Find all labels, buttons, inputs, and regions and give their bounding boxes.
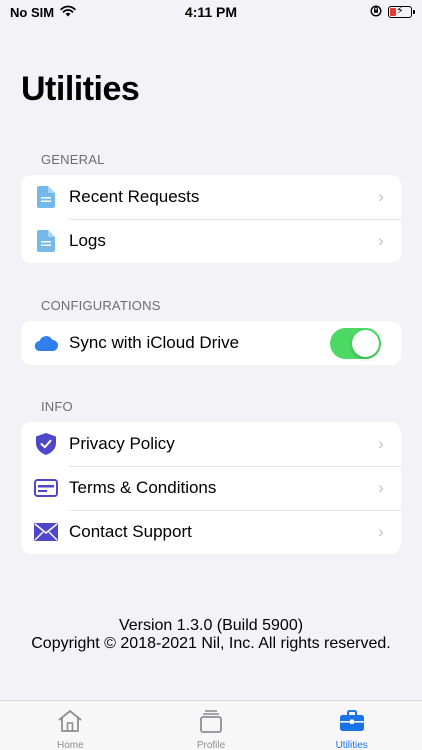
chevron-right-icon: › bbox=[378, 187, 384, 206]
row-label: Logs bbox=[69, 231, 106, 250]
row-contact-support[interactable]: Contact Support › bbox=[21, 510, 401, 554]
shield-check-icon bbox=[21, 433, 69, 455]
envelope-icon bbox=[21, 523, 69, 541]
group-info: Privacy Policy › Terms & Conditions › Co… bbox=[21, 422, 401, 554]
status-left: No SIM bbox=[10, 4, 76, 20]
row-label: Sync with iCloud Drive bbox=[69, 333, 240, 352]
row-recent-requests[interactable]: Recent Requests › bbox=[21, 175, 401, 219]
section-header-general: GENERAL bbox=[41, 152, 105, 167]
status-right: ⚡ bbox=[370, 4, 415, 20]
chevron-right-icon: › bbox=[378, 434, 384, 453]
document-icon bbox=[21, 230, 69, 252]
stack-icon bbox=[198, 709, 224, 738]
section-header-configurations: CONFIGURATIONS bbox=[41, 298, 161, 313]
house-icon bbox=[57, 709, 83, 738]
row-label: Recent Requests bbox=[69, 187, 200, 206]
chevron-right-icon: › bbox=[378, 231, 384, 250]
row-label: Contact Support bbox=[69, 522, 192, 541]
briefcase-icon bbox=[339, 709, 365, 738]
group-configurations: Sync with iCloud Drive bbox=[21, 321, 401, 365]
tab-utilities[interactable]: Utilities bbox=[281, 701, 422, 750]
orientation-lock-icon bbox=[370, 4, 382, 20]
tab-bar: Home Profile Utilities bbox=[0, 700, 422, 750]
sync-icloud-toggle[interactable] bbox=[330, 327, 381, 359]
battery-icon: ⚡ bbox=[388, 5, 415, 18]
wifi-icon bbox=[60, 4, 76, 20]
card-icon bbox=[21, 479, 69, 497]
status-bar: No SIM 4:11 PM ⚡ bbox=[0, 0, 422, 24]
carrier-label: No SIM bbox=[10, 4, 55, 20]
tab-label: Profile bbox=[196, 740, 226, 750]
row-logs[interactable]: Logs › bbox=[21, 219, 401, 263]
cloud-icon bbox=[21, 335, 69, 351]
row-label: Privacy Policy bbox=[69, 434, 175, 453]
row-terms-conditions[interactable]: Terms & Conditions › bbox=[21, 466, 401, 510]
document-icon bbox=[21, 186, 69, 208]
row-privacy-policy[interactable]: Privacy Policy › bbox=[21, 422, 401, 466]
tab-label: Utilities bbox=[335, 740, 368, 750]
chevron-right-icon: › bbox=[378, 522, 384, 541]
group-general: Recent Requests › Logs › bbox=[21, 175, 401, 263]
toggle-knob bbox=[352, 329, 379, 357]
page-title: Utilities bbox=[21, 70, 140, 108]
tab-label: Home bbox=[56, 740, 84, 750]
row-label: Terms & Conditions bbox=[69, 478, 217, 497]
row-sync-icloud: Sync with iCloud Drive bbox=[21, 321, 401, 365]
tab-home[interactable]: Home bbox=[0, 701, 141, 750]
copyright-text: Copyright © 2018-2021 Nil, Inc. All righ… bbox=[31, 635, 391, 652]
tab-profile[interactable]: Profile bbox=[141, 701, 282, 750]
chevron-right-icon: › bbox=[378, 478, 384, 497]
section-header-info: INFO bbox=[41, 399, 73, 414]
version-text: Version 1.3.0 (Build 5900) bbox=[118, 617, 304, 634]
